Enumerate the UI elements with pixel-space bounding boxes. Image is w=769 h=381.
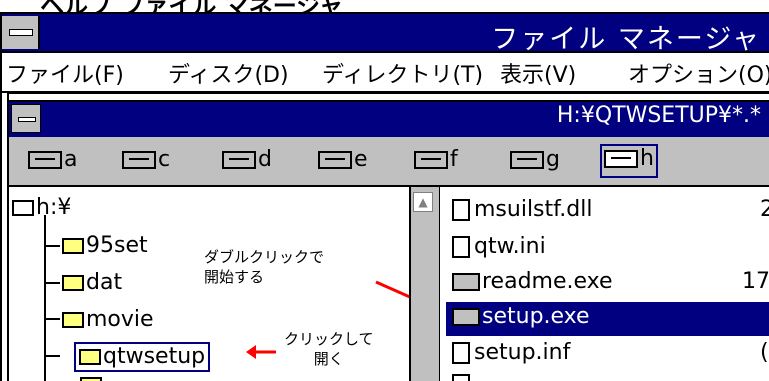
executable-icon	[452, 308, 480, 326]
tree-scrollbar[interactable]	[409, 187, 441, 381]
file-size: 2	[760, 197, 769, 222]
file-size: (	[760, 340, 769, 365]
executable-icon	[452, 273, 480, 291]
document-icon	[452, 374, 470, 381]
file-item-readme-exe[interactable]: readme.exe	[452, 269, 613, 294]
document-icon	[452, 199, 470, 221]
file-item-next-cutoff	[452, 372, 474, 381]
file-item-qtw-ini[interactable]: qtw.ini	[452, 234, 546, 259]
file-item-msuilstf[interactable]: msuilstf.dll	[452, 197, 592, 222]
red-arrow-to-qtwsetup	[246, 345, 276, 359]
scroll-up-arrow-icon[interactable]: ▲	[413, 192, 433, 212]
file-item-setup-exe[interactable]: setup.exe	[452, 304, 590, 329]
text-file-icon	[452, 236, 470, 258]
file-size: 17	[742, 269, 769, 294]
file-item-setup-inf[interactable]: setup.inf	[452, 340, 570, 365]
document-icon	[452, 342, 470, 364]
